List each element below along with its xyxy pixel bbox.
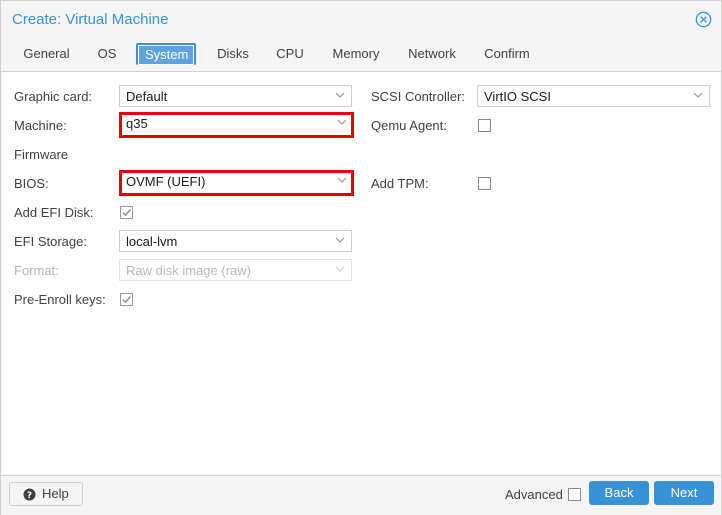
- firmware-heading: Firmware: [14, 147, 69, 162]
- advanced-label: Advanced: [505, 487, 563, 502]
- tab-label: Confirm: [484, 46, 530, 61]
- efi-storage-select[interactable]: local-lvm: [119, 230, 352, 252]
- chevron-down-icon: [335, 92, 345, 98]
- chevron-down-icon: [335, 266, 345, 272]
- help-button-label: Help: [42, 486, 69, 501]
- chevron-down-icon: [337, 119, 347, 125]
- chevron-down-icon: [693, 92, 703, 98]
- tab-general[interactable]: General: [14, 43, 79, 65]
- machine-select[interactable]: q35: [119, 112, 354, 138]
- bios-value: OVMF (UEFI): [126, 174, 206, 189]
- tab-label: System: [138, 45, 194, 65]
- back-button[interactable]: Back: [589, 481, 649, 505]
- next-button[interactable]: Next: [654, 481, 714, 505]
- create-vm-dialog: Create: Virtual Machine General OS Syste…: [0, 0, 722, 515]
- close-icon[interactable]: [695, 11, 712, 28]
- help-button[interactable]: ? Help: [9, 482, 83, 506]
- dialog-footer: ? Help Advanced Back Next: [1, 475, 721, 515]
- scsi-controller-select[interactable]: VirtIO SCSI: [477, 85, 710, 107]
- format-select: Raw disk image (raw): [119, 259, 352, 281]
- dialog-title: Create: Virtual Machine: [12, 11, 169, 28]
- tab-label: General: [23, 46, 70, 61]
- efi-storage-value: local-lvm: [126, 234, 178, 249]
- tab-label: Disks: [217, 46, 249, 61]
- tab-label: OS: [97, 46, 117, 61]
- tab-os[interactable]: OS: [90, 43, 124, 65]
- graphic-card-value: Default: [126, 89, 168, 104]
- back-button-label: Back: [604, 485, 634, 500]
- tab-label: Memory: [332, 46, 380, 61]
- format-label: Format:: [14, 263, 59, 278]
- efi-storage-label: EFI Storage:: [14, 234, 87, 249]
- add-tpm-label: Add TPM:: [371, 176, 429, 191]
- question-circle-icon: ?: [23, 488, 36, 501]
- tab-memory[interactable]: Memory: [323, 43, 389, 65]
- dialog-titlebar: Create: Virtual Machine: [1, 1, 721, 39]
- add-efi-disk-checkbox[interactable]: [120, 206, 133, 219]
- add-tpm-checkbox[interactable]: [478, 177, 491, 190]
- bios-label: BIOS:: [14, 176, 49, 191]
- bios-select[interactable]: OVMF (UEFI): [119, 170, 354, 196]
- format-value: Raw disk image (raw): [126, 263, 251, 278]
- scsi-controller-value: VirtIO SCSI: [484, 89, 551, 104]
- chevron-down-icon: [335, 237, 345, 243]
- tab-confirm[interactable]: Confirm: [475, 43, 539, 65]
- svg-text:?: ?: [27, 491, 32, 501]
- pre-enroll-keys-label: Pre-Enroll keys:: [14, 292, 106, 307]
- next-button-label: Next: [670, 485, 698, 500]
- qemu-agent-checkbox[interactable]: [478, 119, 491, 132]
- machine-label: Machine:: [14, 118, 67, 133]
- tab-label: Network: [408, 46, 456, 61]
- chevron-down-icon: [337, 177, 347, 183]
- wizard-tab-bar: General OS System Disks CPU Memory Netwo…: [1, 39, 721, 72]
- tab-disks[interactable]: Disks: [210, 43, 256, 65]
- checkmark-icon: [120, 206, 133, 219]
- tab-system[interactable]: System: [136, 43, 196, 65]
- tab-cpu[interactable]: CPU: [269, 43, 311, 65]
- tab-label: CPU: [276, 46, 304, 61]
- graphic-card-select[interactable]: Default: [119, 85, 352, 107]
- tab-network[interactable]: Network: [398, 43, 466, 65]
- system-form-panel: Graphic card: Default Machine: q35 Firmw…: [2, 72, 720, 474]
- advanced-checkbox[interactable]: [568, 488, 581, 501]
- machine-value: q35: [126, 116, 148, 131]
- add-efi-disk-label: Add EFI Disk:: [14, 205, 94, 220]
- scsi-controller-label: SCSI Controller:: [371, 89, 465, 104]
- qemu-agent-label: Qemu Agent:: [371, 118, 447, 133]
- graphic-card-label: Graphic card:: [14, 89, 93, 104]
- pre-enroll-keys-checkbox[interactable]: [120, 293, 133, 306]
- checkmark-icon: [120, 293, 133, 306]
